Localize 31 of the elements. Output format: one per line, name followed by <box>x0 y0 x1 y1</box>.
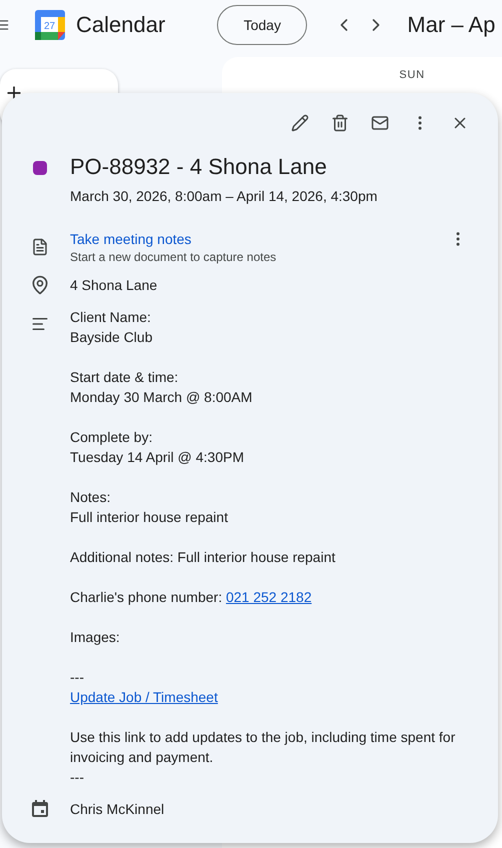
location-icon <box>30 275 50 295</box>
today-button[interactable]: Today <box>217 5 308 45</box>
description-text: --- <box>70 768 85 787</box>
day-header: SUN <box>399 69 425 83</box>
date-range-title: Mar – Ap <box>407 12 496 38</box>
description-text: Images: <box>70 628 121 647</box>
description-text: Complete by: <box>70 428 154 447</box>
description-text: Additional notes: Full interior house repaint <box>70 548 336 567</box>
description-text: Monday 30 March @ 8:00AM <box>70 388 254 407</box>
description-text: --- <box>70 668 85 687</box>
organizer-name: Chris McKinnel <box>70 800 166 819</box>
event-title: PO-88932 - 4 Shona Lane <box>70 153 328 181</box>
calendar-icon <box>31 799 49 817</box>
description-text: Tuesday 14 April @ 4:30PM <box>70 448 246 467</box>
description-text: Use this link to add updates to the job, including time spent for invoicing and payment. <box>70 728 456 767</box>
event-date-range: March 30, 2026, 8:00am – April 14, 2026, 4:30pm <box>70 187 378 206</box>
phone-number-text: Charlie's phone number: 021 252 2182 <box>70 588 313 607</box>
location-text: 4 Shona Lane <box>70 276 158 295</box>
description-text: Notes: <box>70 488 112 507</box>
description-text: Bayside Club <box>70 328 154 347</box>
description-text: Client Name: <box>70 308 152 327</box>
description-icon <box>31 315 49 333</box>
document-icon <box>31 238 49 256</box>
description-text: Start date & time: <box>70 368 180 387</box>
take-notes-link[interactable]: Take meeting notes <box>70 229 192 249</box>
app-title: Calendar <box>76 12 166 38</box>
update-job-link[interactable]: Update Job / Timesheet <box>70 689 218 705</box>
description-text: Full interior house repaint <box>70 508 229 527</box>
phone-number-link[interactable]: 021 252 2182 <box>226 589 312 605</box>
calendar-logo-icon: 27 <box>34 9 66 41</box>
notes-hint: Start a new document to capture notes <box>70 249 278 265</box>
